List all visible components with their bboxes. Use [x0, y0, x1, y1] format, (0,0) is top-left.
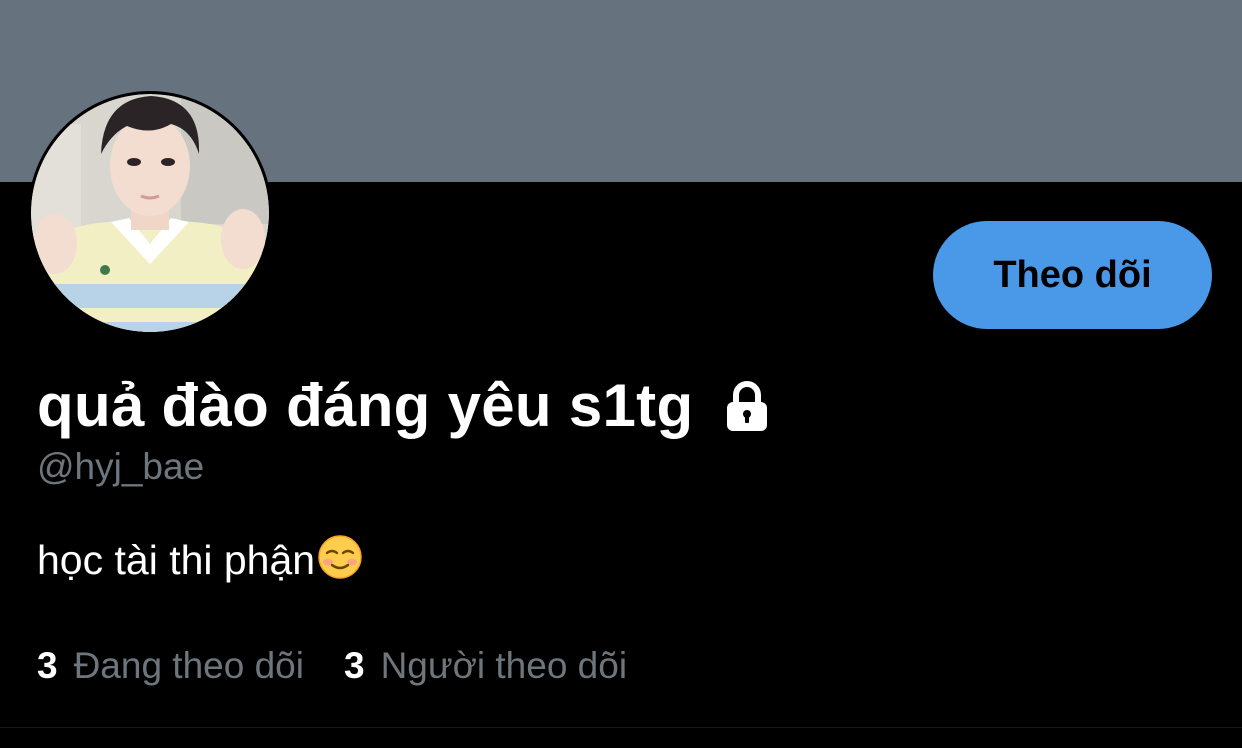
followers-stat[interactable]: 3 Người theo dõi	[344, 642, 627, 690]
smiling-face-emoji-icon	[317, 534, 363, 580]
profile-stats: 3 Đang theo dõi 3 Người theo dõi	[37, 642, 627, 690]
following-label: Đang theo dõi	[73, 645, 304, 686]
followers-count: 3	[343, 645, 365, 686]
profile-name-row: quả đào đáng yêu s1tg	[37, 370, 771, 442]
divider	[0, 727, 1242, 728]
profile-handle: @hyj_bae	[37, 446, 205, 487]
lock-icon	[723, 381, 771, 433]
following-count: 3	[37, 645, 58, 686]
following-stat[interactable]: 3 Đang theo dõi	[37, 642, 304, 690]
bio-text: học tài thi phận	[37, 537, 316, 583]
profile-bio: học tài thi phận	[37, 534, 363, 586]
display-name: quả đào đáng yêu s1tg	[37, 372, 694, 439]
avatar-image	[31, 94, 269, 332]
avatar[interactable]	[28, 91, 272, 335]
followers-label: Người theo dõi	[380, 645, 628, 686]
follow-button[interactable]: Theo dõi	[933, 221, 1212, 329]
